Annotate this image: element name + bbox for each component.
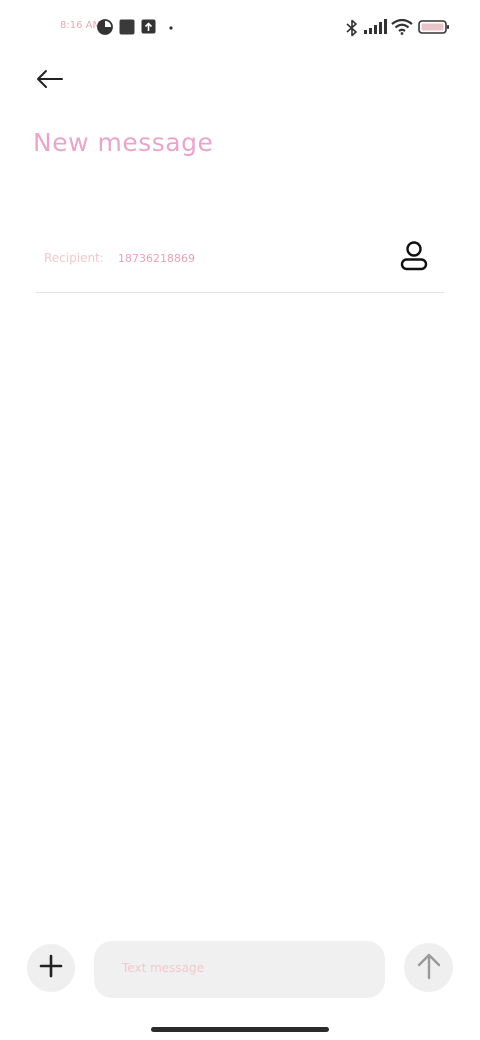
status-time: 8:16 AM — [60, 20, 102, 31]
bluetooth-icon — [345, 19, 359, 37]
composer-bar — [0, 936, 480, 1006]
add-attachment-button[interactable] — [27, 944, 75, 992]
send-button[interactable] — [404, 943, 453, 992]
square-app-icon — [119, 19, 135, 35]
plus-icon — [39, 954, 63, 982]
recipient-field: Recipient: — [36, 228, 444, 293]
wifi-icon — [391, 18, 413, 35]
back-arrow-icon — [34, 68, 64, 94]
home-indicator[interactable] — [151, 1027, 329, 1032]
contact-person-icon — [400, 241, 428, 275]
battery-icon — [418, 19, 450, 35]
page-title: New message — [33, 128, 214, 157]
message-compose-box[interactable] — [94, 941, 385, 998]
send-arrow-up-icon — [417, 952, 441, 984]
recipient-label: Recipient: — [44, 251, 104, 265]
message-input[interactable] — [122, 961, 362, 975]
signal-icon — [363, 19, 387, 35]
recipient-input[interactable] — [118, 252, 338, 265]
contact-picker-button[interactable] — [396, 240, 432, 276]
back-button[interactable] — [32, 64, 66, 98]
data-saver-icon — [97, 19, 113, 35]
upload-icon — [141, 19, 157, 35]
status-bar: 8:16 AM — [0, 0, 480, 56]
dot-icon — [168, 19, 174, 35]
